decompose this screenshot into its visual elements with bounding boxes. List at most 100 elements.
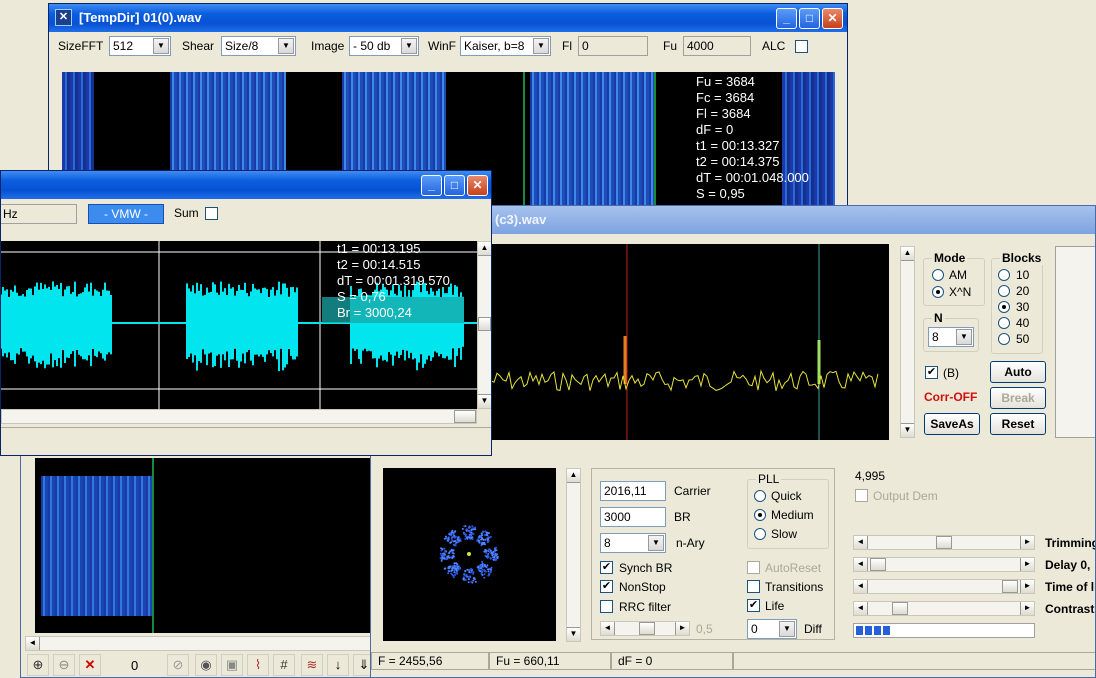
- blocks-10-radio[interactable]: [998, 269, 1010, 281]
- pll-medium-radio[interactable]: [754, 509, 766, 521]
- slider-thumb[interactable]: [639, 622, 655, 635]
- zoom-out-icon[interactable]: ⊖: [53, 654, 75, 676]
- scroll-up-arrow[interactable]: ▲: [567, 469, 580, 483]
- minimize-button[interactable]: _: [776, 8, 797, 29]
- scroll-thumb[interactable]: [454, 410, 476, 423]
- break-button[interactable]: Break: [990, 387, 1046, 409]
- slider-thumb[interactable]: [1002, 580, 1018, 593]
- carrier-field[interactable]: 2016,11: [600, 481, 666, 501]
- alc-checkbox[interactable]: [795, 40, 808, 53]
- chart-icon[interactable]: ⌇: [247, 654, 269, 676]
- auto-button[interactable]: Auto: [990, 361, 1046, 383]
- cursor-line-green[interactable]: [654, 72, 656, 214]
- slider-thumb[interactable]: [936, 536, 952, 549]
- slider-right-arrow[interactable]: ►: [675, 622, 689, 635]
- rrc-checkbox[interactable]: [600, 600, 613, 613]
- cursor-line-green[interactable]: [152, 458, 154, 633]
- blocks-50-radio[interactable]: [998, 333, 1010, 345]
- fl-field[interactable]: 0: [578, 36, 648, 56]
- maximize-button[interactable]: □: [799, 8, 820, 29]
- vertical-scrollbar[interactable]: ▲ ▼: [900, 246, 915, 438]
- chevron-down-icon[interactable]: ▼: [278, 38, 294, 54]
- shear-select[interactable]: Size/8 ▼: [221, 36, 296, 56]
- slider-right-arrow[interactable]: ►: [1020, 580, 1034, 593]
- scroll-up-arrow[interactable]: ▲: [478, 242, 491, 256]
- life-checkbox[interactable]: ✔: [747, 599, 760, 612]
- stop-icon[interactable]: ⊘: [167, 654, 189, 676]
- br-field[interactable]: 3000: [600, 507, 666, 527]
- lower-spectrogram-display[interactable]: [35, 458, 379, 633]
- delay-slider[interactable]: ◄ ►: [853, 557, 1035, 572]
- minimize-button[interactable]: _: [421, 175, 442, 196]
- chevron-down-icon[interactable]: ▼: [779, 621, 795, 637]
- chevron-down-icon[interactable]: ▼: [533, 38, 549, 54]
- blocks-20-radio[interactable]: [998, 285, 1010, 297]
- pll-quick-radio[interactable]: [754, 490, 766, 502]
- chevron-down-icon[interactable]: ▼: [956, 329, 972, 345]
- trimming-slider[interactable]: ◄ ►: [853, 535, 1035, 550]
- n-select[interactable]: 8 ▼: [928, 327, 974, 347]
- nonstop-checkbox[interactable]: ✔: [600, 580, 613, 593]
- maximize-button[interactable]: □: [444, 175, 465, 196]
- slider-left-arrow[interactable]: ◄: [854, 602, 868, 615]
- scroll-up-arrow[interactable]: ▲: [901, 247, 914, 261]
- scroll-down-arrow[interactable]: ▼: [478, 394, 491, 408]
- hz-field[interactable]: Hz: [1, 204, 77, 224]
- horizontal-scrollbar[interactable]: ◄: [25, 636, 379, 651]
- slider-right-arrow[interactable]: ►: [1020, 602, 1034, 615]
- sum-checkbox[interactable]: [205, 207, 218, 220]
- title-bar[interactable]: ✕ [TempDir] 01(0).wav _ □ ✕: [49, 4, 847, 32]
- transitions-checkbox[interactable]: [747, 580, 760, 593]
- nary-select[interactable]: 8 ▼: [600, 533, 666, 553]
- slider-right-arrow[interactable]: ►: [1020, 558, 1034, 571]
- delete-icon[interactable]: ✕: [79, 654, 101, 676]
- output-dem-checkbox[interactable]: [855, 489, 868, 502]
- scroll-thumb[interactable]: [478, 317, 491, 331]
- scroll-down-arrow[interactable]: ▼: [567, 627, 580, 641]
- blocks-40-radio[interactable]: [998, 317, 1010, 329]
- spectrum-icon[interactable]: ≋: [301, 654, 323, 676]
- autoreset-checkbox[interactable]: [747, 561, 760, 574]
- slider-left-arrow[interactable]: ◄: [601, 622, 615, 635]
- arrow-down-icon[interactable]: ↓: [327, 654, 349, 676]
- mode-am-radio[interactable]: [932, 269, 944, 281]
- reset-button[interactable]: Reset: [990, 413, 1046, 435]
- synch-br-checkbox[interactable]: ✔: [600, 561, 613, 574]
- slider-thumb[interactable]: [870, 558, 886, 571]
- rrc-slider[interactable]: ◄ ►: [600, 621, 690, 636]
- slider-left-arrow[interactable]: ◄: [854, 536, 868, 549]
- slider-left-arrow[interactable]: ◄: [854, 580, 868, 593]
- chevron-down-icon[interactable]: ▼: [648, 535, 664, 551]
- blocks-30-radio[interactable]: [998, 301, 1010, 313]
- constellation-display[interactable]: [383, 468, 556, 641]
- grid-icon[interactable]: #: [273, 654, 295, 676]
- sizefft-select[interactable]: 512 ▼: [109, 36, 171, 56]
- scroll-down-arrow[interactable]: ▼: [901, 423, 914, 437]
- pll-slow-radio[interactable]: [754, 528, 766, 540]
- saveas-button[interactable]: SaveAs: [924, 413, 980, 435]
- close-button[interactable]: ✕: [467, 175, 488, 196]
- title-bar[interactable]: _ □ ✕: [1, 171, 491, 199]
- zoom-in-icon[interactable]: ⊕: [27, 654, 49, 676]
- b-checkbox[interactable]: ✔: [925, 366, 938, 379]
- vmw-button[interactable]: - VMW -: [88, 204, 164, 224]
- chevron-down-icon[interactable]: ▼: [153, 38, 169, 54]
- cursor-line-green[interactable]: [523, 72, 525, 214]
- winf-select[interactable]: Kaiser, b=8 ▼: [460, 36, 551, 56]
- mode-xn-radio[interactable]: [932, 286, 944, 298]
- constellation-scrollbar[interactable]: ▲ ▼: [566, 468, 581, 642]
- speaker-icon[interactable]: ◉: [195, 654, 217, 676]
- vertical-scrollbar[interactable]: ▲ ▼: [477, 241, 491, 409]
- close-button[interactable]: ✕: [822, 8, 843, 29]
- image-select[interactable]: - 50 db ▼: [349, 36, 419, 56]
- fu-field[interactable]: 4000: [683, 36, 751, 56]
- scroll-left-arrow[interactable]: ◄: [26, 637, 40, 650]
- timeof-slider[interactable]: ◄ ►: [853, 579, 1035, 594]
- slider-left-arrow[interactable]: ◄: [854, 558, 868, 571]
- square-icon[interactable]: ▣: [221, 654, 243, 676]
- slider-right-arrow[interactable]: ►: [1020, 536, 1034, 549]
- slider-thumb[interactable]: [892, 602, 908, 615]
- contrast-slider[interactable]: ◄ ►: [853, 601, 1035, 616]
- trace-display[interactable]: [491, 244, 889, 440]
- diff-select[interactable]: 0 ▼: [747, 619, 797, 639]
